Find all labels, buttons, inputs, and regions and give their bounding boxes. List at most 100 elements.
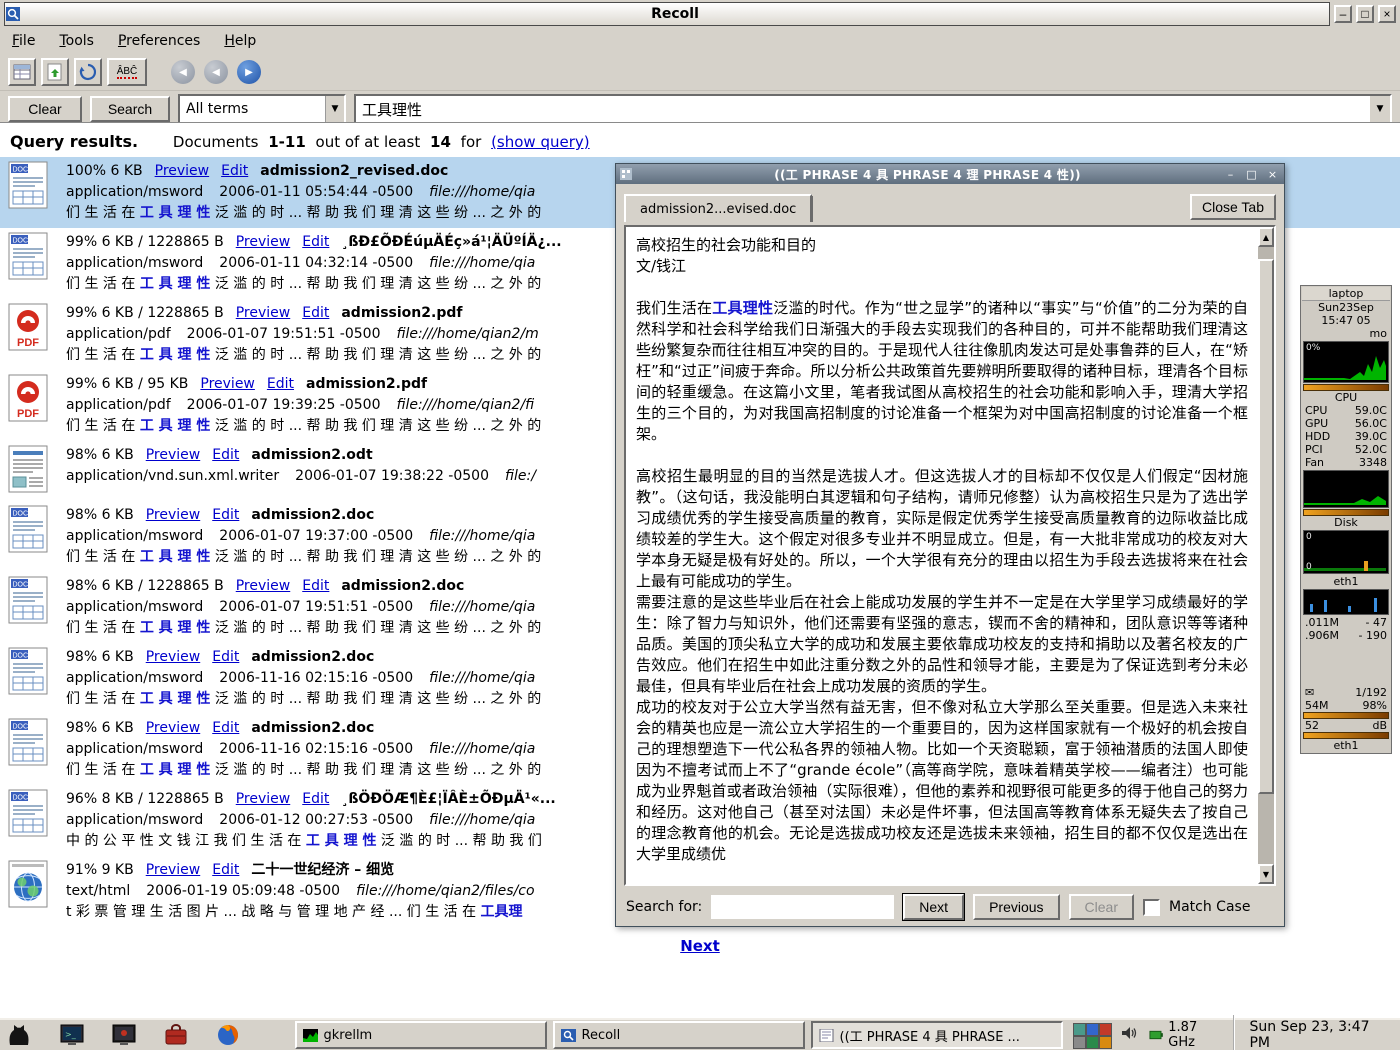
show-query-link[interactable]: (show query) [491, 133, 590, 151]
svg-text:DOC: DOC [13, 167, 29, 174]
taskbar-task-3[interactable]: ((工 PHRASE 4 具 PHRASE ... [811, 1021, 1063, 1049]
result-edit-link[interactable]: Edit [212, 720, 239, 736]
result-edit-link[interactable]: Edit [212, 649, 239, 665]
close-icon[interactable]: × [1378, 5, 1396, 23]
result-preview-link[interactable]: Preview [146, 507, 201, 523]
page-forward-icon[interactable]: ▶ [237, 60, 261, 84]
preview-titlebar[interactable]: ((工 PHRASE 4 具 PHRASE 4 理 PHRASE 4 性)) –… [616, 164, 1284, 184]
result-edit-link[interactable]: Edit [302, 578, 329, 594]
table-view-icon[interactable] [41, 58, 69, 86]
result-preview-link[interactable]: Preview [236, 578, 291, 594]
result-line-1: 99% 6 KB / 95 KBPreviewEditadmission2.pd… [66, 374, 541, 395]
preview-minimize-icon[interactable]: – [1223, 167, 1238, 182]
result-preview-link[interactable]: Preview [146, 649, 201, 665]
find-next-button[interactable]: Next [903, 894, 964, 920]
query-history-dropdown-icon[interactable]: ▼ [1370, 96, 1390, 122]
search-input[interactable] [356, 96, 1370, 122]
page-back-icon[interactable]: ◀ [204, 60, 228, 84]
scrollbar-thumb[interactable] [1258, 259, 1274, 794]
results-title: Query results. [10, 132, 138, 151]
cpu-chart: 0% [1303, 341, 1389, 383]
result-filename: admission2.doc [341, 578, 464, 594]
svg-text:DOC: DOC [13, 724, 29, 731]
find-previous-button[interactable]: Previous [973, 894, 1059, 920]
tray-icon-4[interactable] [1073, 1036, 1086, 1049]
maximize-icon[interactable]: □ [1356, 5, 1374, 23]
tray-icon-1[interactable] [1073, 1023, 1086, 1036]
search-button[interactable]: Search [90, 96, 170, 122]
preview-scrollbar[interactable]: ▲ ▼ [1258, 227, 1274, 884]
scrollbar-track[interactable] [1258, 247, 1274, 864]
taskbar-task-2[interactable]: Recoll [553, 1021, 805, 1049]
find-clear-button[interactable]: Clear [1069, 894, 1134, 920]
cpu-load-percent: 0% [1306, 343, 1320, 353]
menu-help[interactable]: Help [224, 33, 256, 49]
task-label: ((工 PHRASE 4 具 PHRASE ... [840, 1026, 1020, 1045]
toolbox-icon[interactable] [164, 1023, 188, 1047]
cat-icon[interactable] [6, 1023, 32, 1047]
save-results-icon[interactable] [8, 58, 36, 86]
preview-close-icon[interactable]: × [1265, 167, 1280, 182]
result-edit-link[interactable]: Edit [302, 305, 329, 321]
preview-text-area[interactable]: 高校招生的社会功能和目的文/钱江我们生活在工具理性泛滥的时代。作为“世之显学”的… [626, 227, 1258, 884]
menu-file[interactable]: File [12, 33, 35, 49]
query-input-wrap: ▼ [354, 94, 1392, 124]
reload-icon[interactable] [74, 58, 102, 86]
tray-icon-5[interactable] [1086, 1036, 1099, 1049]
speaker-icon[interactable] [1121, 1025, 1139, 1045]
result-preview-link[interactable]: Preview [146, 720, 201, 736]
taskbar-clock[interactable]: Sun Sep 23, 3:47 PM [1233, 1015, 1392, 1050]
doc-icon: DOC [8, 647, 54, 699]
next-page-link[interactable]: Next [680, 937, 720, 955]
search-term-highlight: 工 具 理 性 [306, 833, 377, 849]
cpu-panel-label: CPU [1302, 391, 1390, 404]
result-url: file:///home/qia [429, 670, 535, 686]
tray-icon-2[interactable] [1086, 1023, 1099, 1036]
taskbar-task-1[interactable]: gkrellm [295, 1021, 547, 1049]
result-snippet: 们 生 活 在 工 具 理 性 泛 滥 的 时 ... 帮 助 我 们 理 清 … [66, 416, 541, 437]
result-preview-link[interactable]: Preview [236, 791, 291, 807]
monitor-icon[interactable] [112, 1023, 136, 1047]
minimize-icon[interactable]: – [1334, 5, 1352, 23]
result-edit-link[interactable]: Edit [212, 507, 239, 523]
close-tab-button[interactable]: Close Tab [1190, 194, 1276, 220]
tray-icon-6[interactable] [1099, 1036, 1112, 1049]
menu-preferences[interactable]: Preferences [118, 33, 200, 49]
result-edit-link[interactable]: Edit [267, 376, 294, 392]
search-mode-select[interactable]: All terms ▼ [178, 94, 346, 124]
result-edit-link[interactable]: Edit [212, 862, 239, 878]
preview-maximize-icon[interactable]: □ [1244, 167, 1259, 182]
titlebar-strip[interactable]: Recoll [4, 2, 1330, 26]
result-details: 98% 6 KB / 1228865 BPreviewEditadmission… [66, 576, 541, 639]
volume-krell [1303, 732, 1389, 739]
cpu-frequency: 1.87 GHz [1149, 1020, 1224, 1050]
search-term-highlight: 工具理 [481, 904, 523, 920]
clear-button[interactable]: Clear [8, 96, 82, 122]
result-preview-link[interactable]: Preview [236, 305, 291, 321]
scroll-up-icon[interactable]: ▲ [1258, 227, 1274, 247]
firefox-icon[interactable] [216, 1023, 240, 1047]
result-edit-link[interactable]: Edit [302, 791, 329, 807]
find-input[interactable] [711, 895, 894, 919]
result-preview-link[interactable]: Preview [236, 234, 291, 250]
result-preview-link[interactable]: Preview [155, 163, 210, 179]
result-edit-link[interactable]: Edit [212, 447, 239, 463]
result-preview-link[interactable]: Preview [200, 376, 255, 392]
tray-icon-3[interactable] [1099, 1023, 1112, 1036]
result-edit-link[interactable]: Edit [302, 234, 329, 250]
terminal-icon[interactable]: >_ [60, 1023, 84, 1047]
mail-count: 1/192 [1355, 686, 1387, 699]
term-explorer-icon[interactable]: ÂBĈ [107, 58, 147, 86]
match-case-checkbox[interactable] [1143, 899, 1160, 916]
result-preview-link[interactable]: Preview [146, 862, 201, 878]
net-chart [1303, 589, 1389, 615]
scroll-down-icon[interactable]: ▼ [1258, 864, 1274, 884]
result-details: 99% 6 KB / 1228865 BPreviewEditadmission… [66, 303, 541, 366]
result-preview-link[interactable]: Preview [146, 447, 201, 463]
menu-tools[interactable]: Tools [59, 33, 94, 49]
history-back-icon[interactable]: ◀ [171, 60, 195, 84]
result-url: file:///home/qia [429, 184, 535, 200]
gkrellm-temps: CPU59.0CGPU56.0CHDD39.0CPCI52.0C [1302, 404, 1390, 456]
result-edit-link[interactable]: Edit [221, 163, 248, 179]
preview-tab[interactable]: admission2...evised.doc [624, 194, 812, 222]
